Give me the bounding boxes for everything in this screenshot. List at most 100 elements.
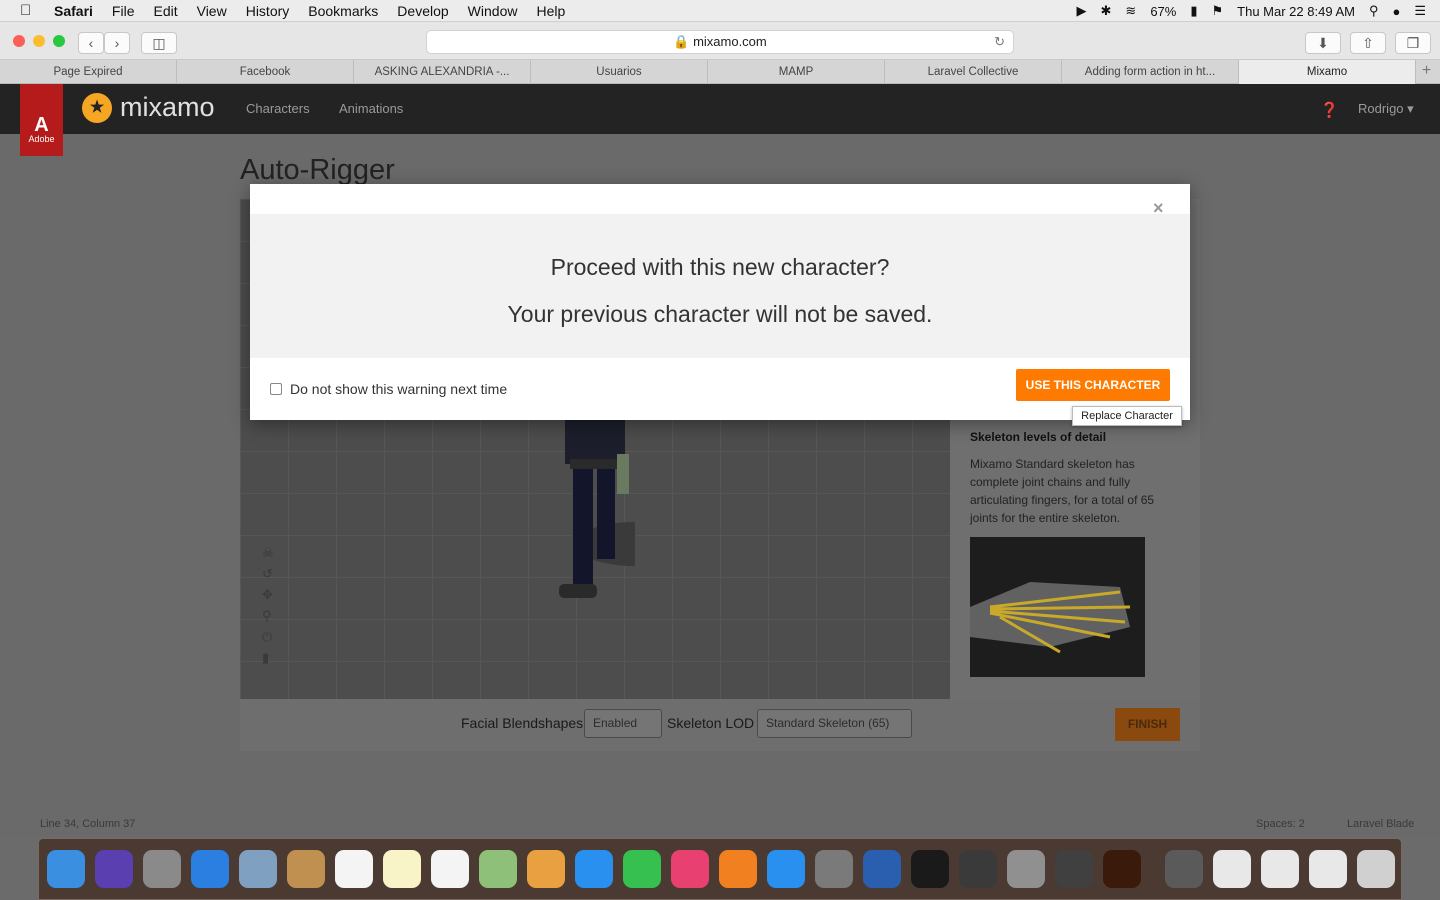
back-button[interactable]: ‹ — [78, 32, 104, 54]
wifi-icon[interactable]: ≋ — [1125, 3, 1136, 19]
launchpad-icon[interactable] — [143, 850, 181, 888]
spotlight-search-icon[interactable]: ⚲ — [1369, 3, 1379, 19]
menu-safari[interactable]: Safari — [54, 3, 93, 19]
reload-icon[interactable]: ↻ — [994, 31, 1005, 53]
menu-edit[interactable]: Edit — [153, 3, 177, 19]
use-this-character-button[interactable]: USE THIS CHARACTER — [1016, 369, 1170, 401]
skull-icon[interactable]: ☠ — [262, 542, 278, 563]
tab-laravel-collective[interactable]: Laravel Collective — [885, 60, 1062, 84]
reminders-icon[interactable] — [431, 850, 469, 888]
dont-show-label[interactable]: Do not show this warning next time — [290, 381, 507, 397]
sidebar-toggle-icon[interactable]: ◫ — [141, 32, 177, 54]
battery-icon[interactable]: ▮ — [1190, 3, 1197, 19]
word-icon[interactable] — [863, 850, 901, 888]
clock[interactable]: Thu Mar 22 8:49 AM — [1237, 4, 1355, 19]
facial-blendshapes-select[interactable]: Enabled — [584, 709, 662, 738]
mail-icon[interactable] — [239, 850, 277, 888]
finder-icon[interactable] — [47, 850, 85, 888]
zoom-icon[interactable]: ⚲ — [262, 605, 278, 626]
address-bar[interactable]: 🔒 mixamo.com ↻ — [426, 30, 1014, 54]
tabs-overview-icon[interactable]: ❐ — [1395, 32, 1431, 54]
new-tab-icon[interactable]: + — [1416, 60, 1437, 83]
rotate-icon[interactable]: ↺ — [262, 563, 278, 584]
calendar-icon[interactable] — [335, 850, 373, 888]
tab-adding-form-action[interactable]: Adding form action in ht... — [1062, 60, 1239, 84]
dialog-header — [250, 184, 1190, 214]
nav-animations[interactable]: Animations — [339, 101, 403, 116]
mixamo-brand[interactable]: mixamo — [120, 92, 215, 123]
close-window-button[interactable] — [13, 35, 25, 47]
trash-icon[interactable] — [1357, 850, 1395, 888]
apple-icon[interactable]:  — [20, 2, 38, 19]
maps-icon[interactable] — [479, 850, 517, 888]
nav-characters[interactable]: Characters — [246, 101, 310, 116]
system-preferences-icon[interactable] — [815, 850, 853, 888]
siri-icon[interactable]: ● — [1392, 4, 1400, 19]
tab-mamp[interactable]: MAMP — [708, 60, 885, 84]
zoom-window-button[interactable] — [53, 35, 65, 47]
ibooks-icon[interactable] — [719, 850, 757, 888]
notification-center-icon[interactable]: ☰ — [1414, 3, 1426, 19]
messages-icon[interactable] — [575, 850, 613, 888]
dock-document-1-icon[interactable] — [1165, 850, 1203, 888]
chevron-down-icon: ▾ — [1407, 101, 1414, 116]
tab-bar: Page Expired Facebook ASKING ALEXANDRIA … — [0, 60, 1440, 84]
power-icon[interactable]: ⏻ — [262, 626, 278, 647]
flag-icon[interactable]: ⚑ — [1212, 3, 1224, 19]
bluetooth-icon[interactable]: ✱ — [1101, 3, 1112, 19]
sidebar-heading: Skeleton levels of detail — [970, 430, 1107, 444]
forward-button[interactable]: › — [104, 32, 130, 54]
user-menu[interactable]: Rodrigo ▾ — [1358, 101, 1414, 117]
tab-page-expired[interactable]: Page Expired — [0, 60, 177, 84]
tab-asking-alexandria[interactable]: ASKING ALEXANDRIA -... — [354, 60, 531, 84]
dont-show-checkbox[interactable] — [270, 383, 282, 395]
menu-history[interactable]: History — [246, 3, 290, 19]
help-icon[interactable]: ❓ — [1320, 101, 1339, 119]
dialog-question: Proceed with this new character? — [550, 254, 890, 280]
siri-dock-icon[interactable] — [95, 850, 133, 888]
macos-dock — [38, 838, 1402, 900]
dock-document-4-icon[interactable] — [1309, 850, 1347, 888]
menu-develop[interactable]: Develop — [397, 3, 448, 19]
play-icon[interactable]: ▶ — [1077, 3, 1087, 19]
dock-document-3-icon[interactable] — [1261, 850, 1299, 888]
camera-icon[interactable]: ▮ — [262, 647, 278, 668]
tab-usuarios[interactable]: Usuarios — [531, 60, 708, 84]
move-icon[interactable]: ✥ — [262, 584, 278, 605]
browser-toolbar: ‹ › ◫ 🔒 mixamo.com ↻ ⬇ ⇧ ❐ — [0, 22, 1440, 60]
minimize-window-button[interactable] — [33, 35, 45, 47]
contacts-icon[interactable] — [287, 850, 325, 888]
sublime-text-icon[interactable] — [959, 850, 997, 888]
confirm-dialog: × Proceed with this new character? Your … — [250, 184, 1190, 420]
sequel-pro-icon[interactable] — [1007, 850, 1045, 888]
menu-window[interactable]: Window — [468, 3, 518, 19]
share-icon[interactable]: ⇧ — [1350, 32, 1386, 54]
safari-icon[interactable] — [191, 850, 229, 888]
adobe-logo[interactable]: A Adobe — [20, 84, 63, 156]
fuse-icon[interactable] — [1055, 850, 1093, 888]
menu-bookmarks[interactable]: Bookmarks — [308, 3, 378, 19]
notes-icon[interactable] — [383, 850, 421, 888]
menu-file[interactable]: File — [112, 3, 135, 19]
user-name: Rodrigo — [1358, 101, 1404, 116]
downloads-icon[interactable]: ⬇ — [1305, 32, 1341, 54]
facetime-icon[interactable] — [623, 850, 661, 888]
fuse-fs-icon[interactable] — [1103, 850, 1141, 888]
itunes-icon[interactable] — [671, 850, 709, 888]
viewport-tools: ☠ ↺ ✥ ⚲ ⏻ ▮ — [262, 542, 278, 668]
photos-icon[interactable] — [527, 850, 565, 888]
tab-facebook[interactable]: Facebook — [177, 60, 354, 84]
menu-help[interactable]: Help — [536, 3, 565, 19]
finish-button[interactable]: FINISH — [1115, 708, 1180, 741]
terminal-icon[interactable] — [911, 850, 949, 888]
menubar-status-area: ▶ ✱ ≋ 67% ▮ ⚑ Thu Mar 22 8:49 AM ⚲ ● ☰ — [1077, 0, 1440, 22]
skeleton-lod-select[interactable]: Standard Skeleton (65) — [757, 709, 912, 738]
battery-percent[interactable]: 67% — [1150, 4, 1176, 19]
dialog-warning: Your previous character will not be save… — [507, 301, 933, 327]
dock-document-2-icon[interactable] — [1213, 850, 1251, 888]
tab-mixamo[interactable]: Mixamo — [1239, 60, 1416, 84]
mixamo-logo-icon[interactable]: ★ — [82, 93, 112, 123]
app-store-icon[interactable] — [767, 850, 805, 888]
menu-view[interactable]: View — [197, 3, 227, 19]
syntax-mode: Laravel Blade — [1347, 818, 1415, 830]
